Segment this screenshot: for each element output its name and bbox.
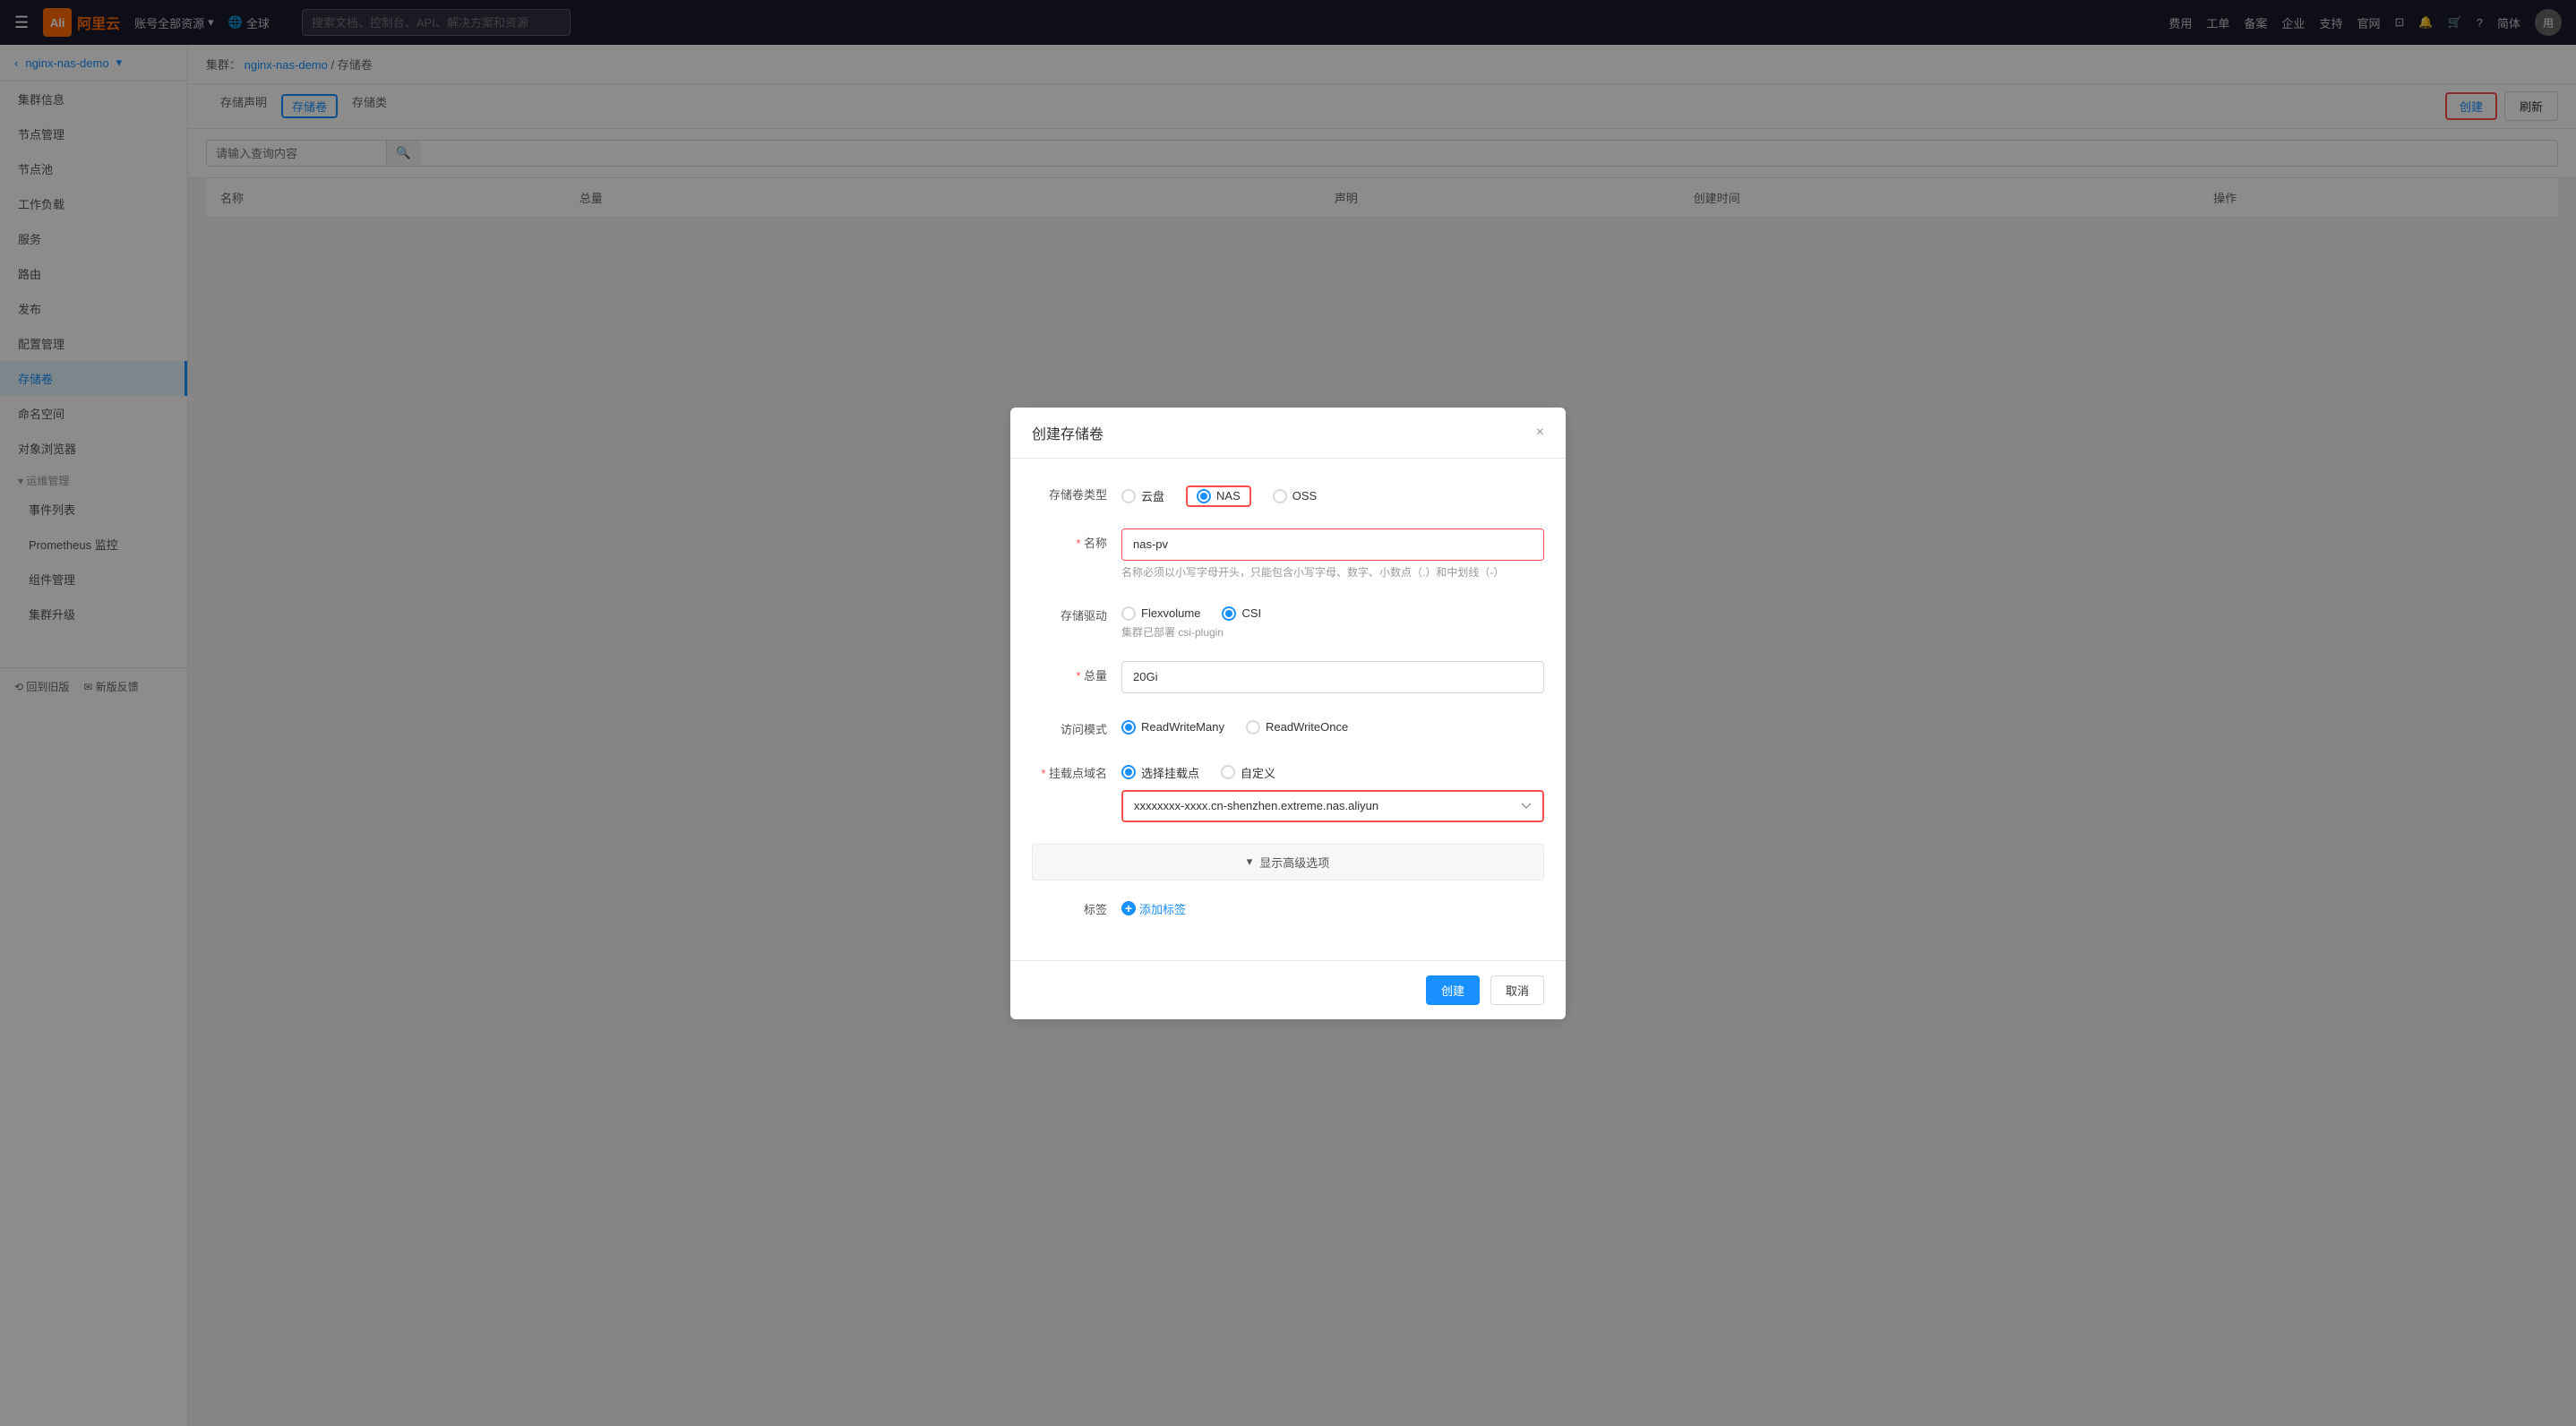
capacity-input[interactable]	[1121, 661, 1544, 693]
form-label-access-mode: 访问模式	[1032, 715, 1121, 737]
form-label-capacity: 总量	[1032, 661, 1121, 683]
radio-nas-circle	[1197, 489, 1211, 503]
radio-rwo-circle	[1246, 720, 1260, 734]
radio-rwm-label: ReadWriteMany	[1141, 720, 1224, 734]
radio-csi-circle	[1222, 606, 1236, 621]
radio-nas-label: NAS	[1216, 489, 1241, 503]
radio-rwo[interactable]: ReadWriteOnce	[1246, 720, 1348, 734]
advanced-toggle[interactable]: ▾ 显示高级选项	[1032, 844, 1544, 881]
advanced-toggle-icon: ▾	[1247, 855, 1253, 869]
modal-close-button[interactable]: ×	[1536, 425, 1544, 441]
radio-flexvolume-circle	[1121, 606, 1136, 621]
create-pv-modal: 创建存储卷 × 存储卷类型 云盘	[1010, 408, 1566, 1019]
radio-group-access-mode: ReadWriteMany ReadWriteOnce	[1121, 715, 1544, 734]
radio-rwo-label: ReadWriteOnce	[1266, 720, 1348, 734]
form-row-access-mode: 访问模式 ReadWriteMany ReadWriteOnce	[1032, 715, 1544, 737]
radio-cloud-disk-circle	[1121, 489, 1136, 503]
form-label-type: 存储卷类型	[1032, 480, 1121, 503]
radio-custom-mount[interactable]: 自定义	[1221, 764, 1275, 781]
modal-confirm-button[interactable]: 创建	[1426, 975, 1480, 1005]
form-row-mount-domain: 挂载点域名 选择挂载点 自定义 xxxxxxxx-xxxx.cn-she	[1032, 759, 1544, 822]
form-content-type: 云盘 NAS OSS	[1121, 480, 1544, 507]
modal-header: 创建存储卷 ×	[1010, 408, 1566, 459]
radio-custom-mount-label: 自定义	[1241, 764, 1275, 781]
radio-cloud-disk-label: 云盘	[1141, 487, 1164, 504]
name-input[interactable]	[1121, 528, 1544, 561]
radio-csi[interactable]: CSI	[1222, 606, 1261, 621]
add-tag-icon: +	[1121, 901, 1136, 915]
add-tag-label: 添加标签	[1139, 900, 1186, 917]
radio-rwm[interactable]: ReadWriteMany	[1121, 720, 1224, 734]
form-label-driver: 存储驱动	[1032, 601, 1121, 623]
radio-oss[interactable]: OSS	[1273, 489, 1317, 503]
modal-body: 存储卷类型 云盘 NAS	[1010, 459, 1566, 960]
radio-group-driver: Flexvolume CSI	[1121, 601, 1544, 621]
radio-group-mount-domain: 选择挂载点 自定义	[1121, 759, 1544, 781]
form-row-name: 名称 名称必须以小写字母开头，只能包含小写字母、数字、小数点（.）和中划线（-）	[1032, 528, 1544, 580]
mount-domain-select[interactable]: xxxxxxxx-xxxx.cn-shenzhen.extreme.nas.al…	[1121, 790, 1544, 822]
form-row-type: 存储卷类型 云盘 NAS	[1032, 480, 1544, 507]
form-row-tags: 标签 + 添加标签	[1032, 895, 1544, 917]
name-hint: 名称必须以小写字母开头，只能包含小写字母、数字、小数点（.）和中划线（-）	[1121, 564, 1544, 580]
form-label-mount-domain: 挂载点域名	[1032, 759, 1121, 781]
driver-hint: 集群已部署 csi-plugin	[1121, 624, 1544, 640]
form-row-driver: 存储驱动 Flexvolume CSI 集群已部署 csi-plugin	[1032, 601, 1544, 640]
radio-oss-circle	[1273, 489, 1287, 503]
form-label-tags: 标签	[1032, 895, 1121, 917]
modal-cancel-button[interactable]: 取消	[1490, 975, 1544, 1005]
radio-flexvolume-label: Flexvolume	[1141, 606, 1200, 620]
form-content-capacity	[1121, 661, 1544, 693]
radio-select-mount-label: 选择挂载点	[1141, 764, 1199, 781]
modal-title: 创建存储卷	[1032, 422, 1103, 443]
radio-oss-label: OSS	[1292, 489, 1317, 503]
form-content-access-mode: ReadWriteMany ReadWriteOnce	[1121, 715, 1544, 734]
modal-footer: 创建 取消	[1010, 960, 1566, 1019]
radio-group-type: 云盘 NAS OSS	[1121, 480, 1544, 507]
form-content-name: 名称必须以小写字母开头，只能包含小写字母、数字、小数点（.）和中划线（-）	[1121, 528, 1544, 580]
form-content-driver: Flexvolume CSI 集群已部署 csi-plugin	[1121, 601, 1544, 640]
radio-select-mount[interactable]: 选择挂载点	[1121, 764, 1199, 781]
form-label-name: 名称	[1032, 528, 1121, 551]
radio-flexvolume[interactable]: Flexvolume	[1121, 606, 1200, 621]
add-tag-button[interactable]: + 添加标签	[1121, 895, 1544, 917]
radio-csi-label: CSI	[1241, 606, 1261, 620]
form-row-capacity: 总量	[1032, 661, 1544, 693]
form-content-mount-domain: 选择挂载点 自定义 xxxxxxxx-xxxx.cn-shenzhen.extr…	[1121, 759, 1544, 822]
radio-custom-mount-circle	[1221, 765, 1235, 779]
radio-cloud-disk[interactable]: 云盘	[1121, 487, 1164, 504]
radio-select-mount-circle	[1121, 765, 1136, 779]
advanced-toggle-label: 显示高级选项	[1259, 854, 1329, 871]
radio-nas[interactable]: NAS	[1186, 485, 1251, 507]
radio-rwm-circle	[1121, 720, 1136, 734]
form-content-tags: + 添加标签	[1121, 895, 1544, 917]
modal-overlay[interactable]: 创建存储卷 × 存储卷类型 云盘	[0, 0, 2576, 1426]
